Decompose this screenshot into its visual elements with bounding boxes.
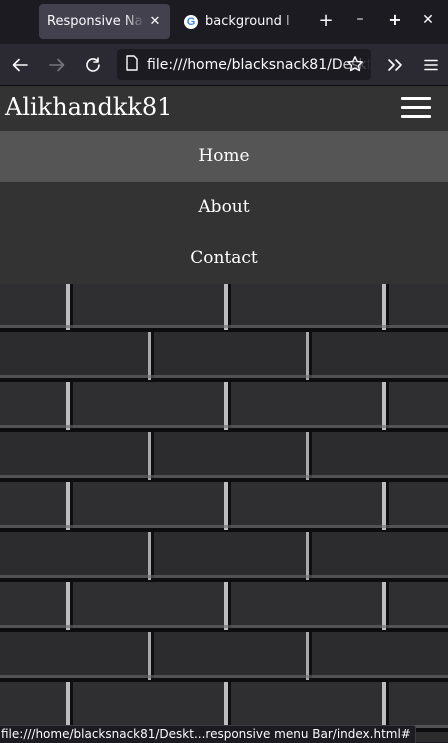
menu-item-contact[interactable]: Contact: [0, 233, 448, 284]
forward-arrow-icon[interactable]: [46, 54, 68, 76]
reload-icon[interactable]: [82, 54, 104, 76]
site-header: Alikhandkk81: [0, 86, 448, 131]
url-text: file:///home/blacksnack81/Desktop: [147, 56, 371, 73]
close-tab-icon[interactable]: ✕: [148, 14, 162, 29]
bookmark-star-icon[interactable]: [346, 55, 364, 77]
tab-responsive-navbar[interactable]: Responsive Navb ✕: [39, 4, 170, 39]
address-bar[interactable]: file:///home/blacksnack81/Desktop: [117, 49, 371, 80]
maximize-button[interactable]: +: [387, 12, 403, 28]
site-logo[interactable]: Alikhandkk81: [5, 92, 172, 122]
tab-background[interactable]: G background l: [176, 4, 309, 39]
google-icon: G: [184, 14, 198, 29]
hamburger-menu-icon[interactable]: [401, 97, 431, 119]
status-bar-link: file:///home/blacksnack81/Deskt...respon…: [0, 725, 416, 743]
new-tab-button[interactable]: +: [318, 12, 334, 30]
page-viewport: Alikhandkk81 Home About Contact: [0, 86, 448, 742]
tab-strip: Responsive Navb ✕ G background l + – + ✕: [0, 0, 448, 44]
dropdown-menu: Home About Contact: [0, 131, 448, 284]
close-window-button[interactable]: ✕: [420, 13, 436, 27]
tab-title: Responsive Navb: [47, 14, 144, 29]
minimize-button[interactable]: –: [352, 12, 368, 26]
menu-item-home[interactable]: Home: [0, 131, 448, 182]
app-menu-icon[interactable]: [420, 54, 442, 76]
page-icon: [125, 54, 139, 75]
back-arrow-icon[interactable]: [9, 54, 31, 76]
overflow-chevrons-icon[interactable]: [384, 54, 406, 76]
menu-item-about[interactable]: About: [0, 182, 448, 233]
nav-toolbar: file:///home/blacksnack81/Desktop: [0, 44, 448, 86]
tab-title: background l: [205, 14, 290, 29]
